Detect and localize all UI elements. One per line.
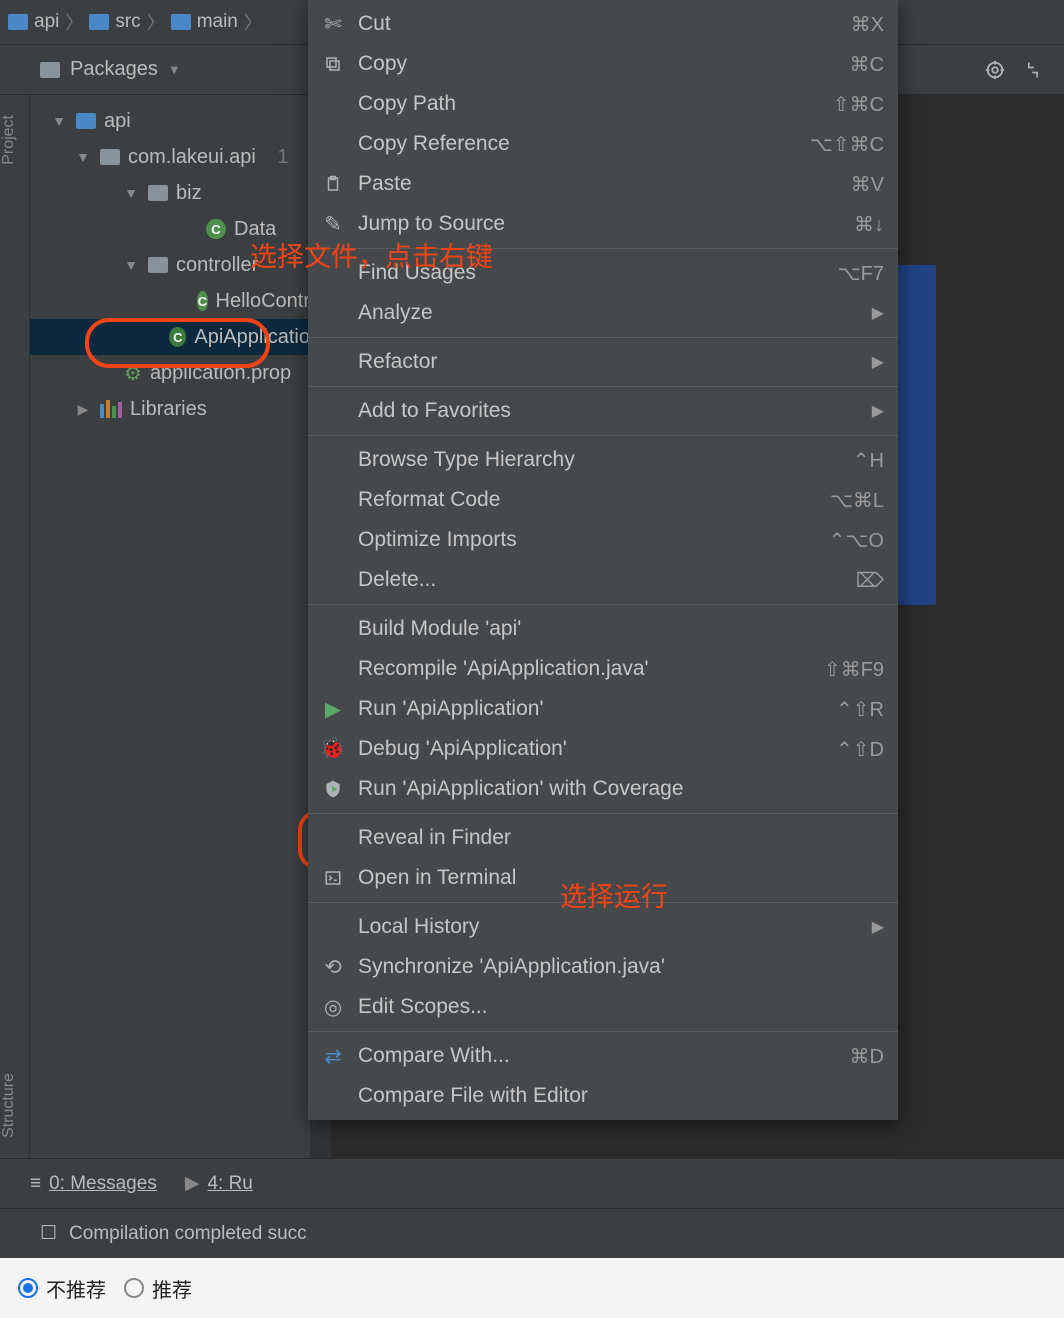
breadcrumb-label: main	[197, 11, 238, 33]
menu-cut[interactable]: ✄Cut⌘X	[308, 4, 898, 44]
menu-copy[interactable]: Copy⌘C	[308, 44, 898, 84]
menu-separator	[308, 435, 898, 436]
status-icon: ☐	[40, 1222, 57, 1245]
collapse-icon[interactable]	[1022, 59, 1044, 81]
folder-icon	[89, 14, 109, 30]
menu-add-favorites[interactable]: Add to Favorites▶	[308, 391, 898, 431]
folder-icon	[40, 62, 60, 78]
breadcrumb-label: api	[34, 11, 59, 33]
menu-delete[interactable]: Delete...⌦	[308, 560, 898, 600]
status-text: Compilation completed succ	[69, 1223, 307, 1245]
menu-run-coverage[interactable]: Run 'ApiApplication' with Coverage	[308, 769, 898, 809]
submenu-arrow-icon: ▶	[872, 401, 884, 421]
menu-reveal-finder[interactable]: Reveal in Finder	[308, 818, 898, 858]
radio-icon	[124, 1278, 144, 1298]
terminal-icon	[320, 869, 346, 887]
submenu-arrow-icon: ▶	[872, 917, 884, 937]
menu-separator	[308, 386, 898, 387]
sync-icon: ⟲	[320, 955, 346, 980]
paste-icon	[320, 175, 346, 193]
menu-compare-editor[interactable]: Compare File with Editor	[308, 1076, 898, 1116]
run-icon: ▶	[320, 697, 346, 722]
class-icon: C	[197, 291, 207, 311]
tab-messages[interactable]: ≡0: Messages	[30, 1173, 157, 1195]
radio-recommended[interactable]: 推荐	[124, 1274, 192, 1303]
menu-separator	[308, 337, 898, 338]
tree-node-hello[interactable]: CHelloContr	[30, 283, 310, 319]
menu-refactor[interactable]: Refactor▶	[308, 342, 898, 382]
footer-bar: 不推荐 推荐	[0, 1258, 1064, 1318]
scopes-icon: ◎	[320, 995, 346, 1020]
bottom-tool-bar: ≡0: Messages ▶4: Ru	[0, 1158, 1064, 1208]
compare-icon: ⇄	[320, 1044, 346, 1069]
annotation-highlight-1	[85, 318, 270, 368]
chevron-right-icon: 〉	[244, 9, 262, 35]
annotation-text-1: 选择文件，点击右键	[250, 235, 493, 274]
module-icon	[76, 113, 96, 129]
menu-separator	[308, 1031, 898, 1032]
menu-recompile[interactable]: Recompile 'ApiApplication.java'⇧⌘F9	[308, 649, 898, 689]
folder-icon	[171, 14, 191, 30]
menu-synchronize[interactable]: ⟲Synchronize 'ApiApplication.java'	[308, 947, 898, 987]
target-icon[interactable]	[984, 59, 1006, 81]
menu-copy-reference[interactable]: Copy Reference⌥⇧⌘C	[308, 124, 898, 164]
menu-paste[interactable]: Paste⌘V	[308, 164, 898, 204]
tab-run[interactable]: ▶4: Ru	[185, 1172, 253, 1195]
breadcrumb-item-src[interactable]: src	[89, 11, 140, 33]
radio-icon	[18, 1278, 38, 1298]
breadcrumb-item-main[interactable]: main	[171, 11, 238, 33]
package-icon	[100, 149, 120, 165]
submenu-arrow-icon: ▶	[872, 303, 884, 323]
breadcrumb-label: src	[115, 11, 140, 33]
menu-run[interactable]: ▶Run 'ApiApplication'⌃⇧R	[308, 689, 898, 729]
annotation-text-2: 选择运行	[560, 875, 668, 914]
submenu-arrow-icon: ▶	[872, 352, 884, 372]
libraries-icon	[100, 400, 122, 418]
messages-icon: ≡	[30, 1173, 41, 1195]
rail-project-label[interactable]: Project	[0, 115, 29, 165]
menu-analyze[interactable]: Analyze▶	[308, 293, 898, 333]
coverage-icon	[320, 779, 346, 799]
menu-separator	[308, 604, 898, 605]
folder-icon	[8, 14, 28, 30]
radio-not-recommended[interactable]: 不推荐	[18, 1274, 106, 1303]
packages-label: Packages	[70, 58, 158, 81]
rail-structure-label[interactable]: Structure	[0, 1073, 29, 1138]
package-icon	[148, 257, 168, 273]
menu-build-module[interactable]: Build Module 'api'	[308, 609, 898, 649]
chevron-down-icon: ▼	[168, 62, 181, 77]
packages-dropdown[interactable]: Packages ▼	[40, 58, 181, 81]
chevron-right-icon: 〉	[65, 9, 83, 35]
class-icon: C	[206, 219, 226, 239]
context-menu: ✄Cut⌘X Copy⌘C Copy Path⇧⌘C Copy Referenc…	[308, 0, 898, 1120]
status-bar: ☐ Compilation completed succ	[0, 1208, 1064, 1258]
chevron-right-icon: 〉	[147, 9, 165, 35]
cut-icon: ✄	[320, 12, 346, 37]
tree-node-api[interactable]: api	[30, 103, 310, 139]
menu-optimize-imports[interactable]: Optimize Imports⌃⌥O	[308, 520, 898, 560]
debug-icon: 🐞	[320, 737, 346, 761]
run-icon: ▶	[185, 1172, 200, 1195]
menu-copy-path[interactable]: Copy Path⇧⌘C	[308, 84, 898, 124]
copy-icon	[320, 55, 346, 73]
menu-edit-scopes[interactable]: ◎Edit Scopes...	[308, 987, 898, 1027]
tree-node-biz[interactable]: biz	[30, 175, 310, 211]
menu-separator	[308, 813, 898, 814]
tree-node-libraries[interactable]: Libraries	[30, 391, 310, 427]
menu-reformat-code[interactable]: Reformat Code⌥⌘L	[308, 480, 898, 520]
left-tool-rail: Project Structure	[0, 95, 30, 1158]
tree-node-package[interactable]: com.lakeui.api 1	[30, 139, 310, 175]
menu-debug[interactable]: 🐞Debug 'ApiApplication'⌃⇧D	[308, 729, 898, 769]
package-icon	[148, 185, 168, 201]
breadcrumb-item-api[interactable]: api	[8, 11, 59, 33]
menu-browse-hierarchy[interactable]: Browse Type Hierarchy⌃H	[308, 440, 898, 480]
menu-compare-with[interactable]: ⇄Compare With...⌘D	[308, 1036, 898, 1076]
edit-icon: ✎	[320, 212, 346, 237]
